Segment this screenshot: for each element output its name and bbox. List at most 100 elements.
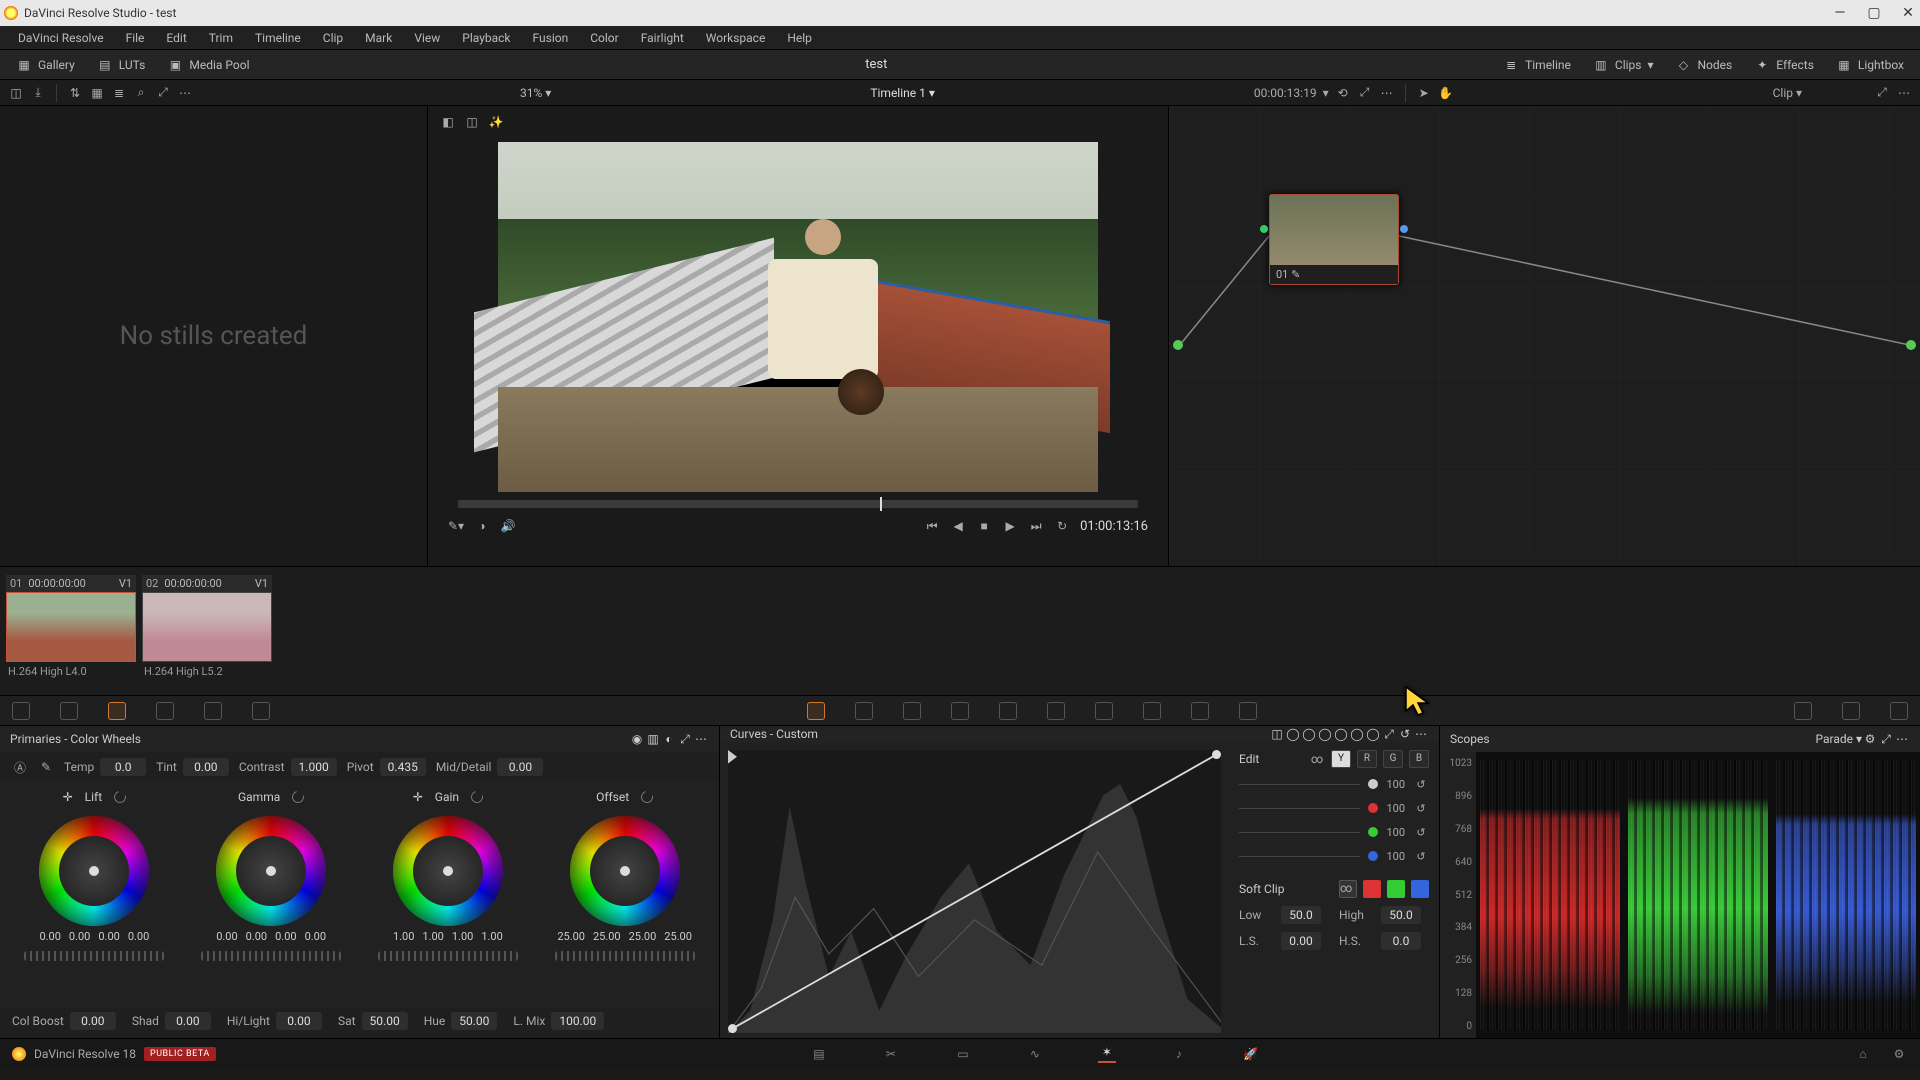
qualifier-palette-icon[interactable]: [903, 702, 921, 720]
key-palette-icon[interactable]: [1143, 702, 1161, 720]
menu-file[interactable]: File: [116, 27, 155, 49]
menu-edit[interactable]: Edit: [156, 27, 196, 49]
playhead-icon[interactable]: [880, 497, 882, 511]
curves-link-icon[interactable]: ∞: [1309, 751, 1325, 767]
clips-toggle[interactable]: ▥Clips▾: [1585, 54, 1662, 76]
softclip-hs-value[interactable]: 0.0: [1381, 932, 1421, 950]
effects-toggle[interactable]: ✦Effects: [1746, 54, 1822, 76]
maximize-button[interactable]: ▢: [1866, 5, 1882, 21]
more-icon[interactable]: ⋯: [177, 85, 193, 101]
node-graph[interactable]: 01 ✎: [1168, 106, 1920, 566]
menu-playback[interactable]: Playback: [452, 27, 520, 49]
fusion-page-icon[interactable]: ∿: [1026, 1045, 1044, 1063]
tracker-palette-icon[interactable]: [999, 702, 1017, 720]
keyframes-palette-icon[interactable]: [1794, 702, 1812, 720]
sizing-palette-icon[interactable]: [1191, 702, 1209, 720]
curves-graph[interactable]: [720, 742, 1229, 1041]
warper-palette-icon[interactable]: [855, 702, 873, 720]
offset-reset-icon[interactable]: [639, 789, 655, 805]
gamma-color-wheel[interactable]: [216, 816, 326, 926]
menu-color[interactable]: Color: [580, 27, 628, 49]
hue-field[interactable]: Hue50.00: [424, 1012, 498, 1030]
menu-view[interactable]: View: [404, 27, 450, 49]
wheels-mode-icon[interactable]: ◉: [629, 731, 645, 747]
colboost-field[interactable]: Col Boost0.00: [12, 1012, 116, 1030]
gallery-toggle[interactable]: ▦Gallery: [8, 54, 83, 76]
search-icon[interactable]: ⌕: [133, 85, 149, 101]
curves-more-icon[interactable]: ⋯: [1413, 726, 1429, 742]
lummix-field[interactable]: L. Mix100.00: [513, 1012, 604, 1030]
hilight-field[interactable]: Hi/Light0.00: [227, 1012, 322, 1030]
clip-thumbnail-01[interactable]: 0100:00:00:00V1 H.264 High L4.0: [6, 575, 136, 681]
hand-tool-icon[interactable]: ✋: [1438, 85, 1454, 101]
curves-custom-icon[interactable]: ◫: [1269, 726, 1285, 742]
color-wheels-palette-icon[interactable]: [108, 702, 126, 720]
curve-intensity-g[interactable]: 100↺: [1239, 824, 1429, 840]
node-expand-icon[interactable]: ⤢: [1874, 85, 1890, 101]
primaries-expand-icon[interactable]: ⤢: [677, 731, 693, 747]
offset-color-wheel[interactable]: [570, 816, 680, 926]
pivot-field[interactable]: Pivot0.435: [347, 758, 426, 776]
nodes-toggle[interactable]: ◇Nodes: [1668, 54, 1741, 76]
curve-intensity-y[interactable]: 100↺: [1239, 776, 1429, 792]
fullscreen-icon[interactable]: ⤢: [1357, 85, 1373, 101]
curves-hvh-icon[interactable]: ◯: [1285, 726, 1301, 742]
lift-crosshair-icon[interactable]: ✛: [63, 790, 73, 804]
stop-button[interactable]: ■: [976, 518, 992, 534]
still-view-icon[interactable]: ◫: [8, 85, 24, 101]
scopes-options-icon[interactable]: ⚙: [1862, 731, 1878, 747]
home-button-icon[interactable]: ⌂: [1854, 1045, 1872, 1063]
close-button[interactable]: ✕: [1900, 5, 1916, 21]
softclip-low-value[interactable]: 50.0: [1281, 906, 1321, 924]
camera-raw-palette-icon[interactable]: [12, 702, 30, 720]
gamma-reset-icon[interactable]: [290, 789, 306, 805]
menu-trim[interactable]: Trim: [199, 27, 243, 49]
source-timecode[interactable]: 01:00:13:16: [1080, 519, 1148, 534]
curves-svs-icon[interactable]: ◯: [1349, 726, 1365, 742]
curve-intensity-r[interactable]: 100↺: [1239, 800, 1429, 816]
color-match-palette-icon[interactable]: [60, 702, 78, 720]
log-mode-icon[interactable]: ◐: [661, 731, 677, 747]
timeline-toggle[interactable]: ≣Timeline: [1495, 54, 1579, 76]
last-frame-button[interactable]: ⏭: [1028, 518, 1044, 534]
record-timecode[interactable]: 00:00:13:19: [1254, 86, 1317, 100]
viewer-zoom[interactable]: 31% ▾: [520, 86, 551, 100]
export-still-icon[interactable]: ⤓: [30, 85, 46, 101]
blur-palette-icon[interactable]: [1095, 702, 1113, 720]
viewer-more-icon[interactable]: ⋯: [1379, 85, 1395, 101]
sat-field[interactable]: Sat50.00: [338, 1012, 408, 1030]
picker-icon[interactable]: ✎▾: [448, 518, 464, 534]
curves-lvs-icon[interactable]: ◯: [1333, 726, 1349, 742]
reset-r-icon[interactable]: ↺: [1413, 800, 1429, 816]
shad-field[interactable]: Shad0.00: [132, 1012, 211, 1030]
menu-fusion[interactable]: Fusion: [523, 27, 579, 49]
first-frame-button[interactable]: ⏮: [924, 518, 940, 534]
offset-values[interactable]: 25.0025.0025.0025.00: [557, 930, 692, 943]
pick-white-icon[interactable]: ✎: [38, 759, 54, 775]
auto-balance-icon[interactable]: Ⓐ: [12, 759, 28, 775]
gain-reset-icon[interactable]: [469, 789, 485, 805]
menu-clip[interactable]: Clip: [313, 27, 353, 49]
menu-timeline[interactable]: Timeline: [245, 27, 311, 49]
lift-color-wheel[interactable]: [39, 816, 149, 926]
curves-hvl-icon[interactable]: ◯: [1317, 726, 1333, 742]
edit-page-icon[interactable]: ▭: [954, 1045, 972, 1063]
image-wipe-icon[interactable]: ◧: [440, 114, 456, 130]
softclip-g-button[interactable]: [1387, 880, 1405, 898]
play-button[interactable]: ▶: [1002, 518, 1018, 534]
curves-reset-icon[interactable]: ↺: [1397, 726, 1413, 742]
magic-mask-palette-icon[interactable]: [1047, 702, 1065, 720]
menu-mark[interactable]: Mark: [355, 27, 402, 49]
split-wipe-icon[interactable]: ◫: [464, 114, 480, 130]
curves-channel-g[interactable]: G: [1383, 750, 1403, 768]
sort-icon[interactable]: ⇅: [67, 85, 83, 101]
project-settings-icon[interactable]: ⚙: [1890, 1045, 1908, 1063]
bars-mode-icon[interactable]: ▥: [645, 731, 661, 747]
tint-field[interactable]: Tint0.00: [156, 758, 229, 776]
rgb-mixer-palette-icon[interactable]: [204, 702, 222, 720]
curve-intensity-b[interactable]: 100↺: [1239, 848, 1429, 864]
scopes-palette-icon[interactable]: [1842, 702, 1860, 720]
scopes-more-icon[interactable]: ⋯: [1894, 731, 1910, 747]
color-page-icon[interactable]: ✶: [1098, 1045, 1116, 1063]
curves-channel-y[interactable]: Y: [1331, 750, 1351, 768]
